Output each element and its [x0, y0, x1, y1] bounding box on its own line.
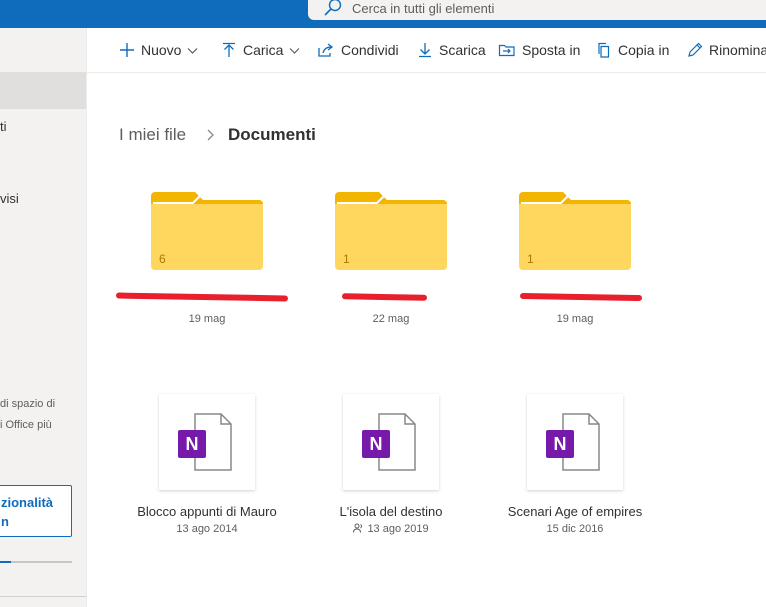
notebook-name: Scenari Age of empires: [507, 504, 643, 519]
storage-progress-bar: [0, 561, 72, 563]
notebook-name: Blocco appunti di Mauro: [137, 504, 277, 519]
upgrade-button-label: zionalità n: [1, 493, 53, 531]
new-button[interactable]: Nuovo: [119, 28, 198, 72]
folder-icon: [151, 192, 263, 270]
new-label: Nuovo: [141, 42, 182, 58]
move-to-button[interactable]: Sposta in: [498, 28, 580, 72]
redaction-mark: [341, 293, 428, 301]
onenote-icon: N: [546, 413, 600, 471]
storage-progress-fill: [0, 561, 11, 563]
share-icon: [318, 43, 334, 57]
sidebar-item-recent[interactable]: ti: [0, 119, 7, 134]
move-to-label: Sposta in: [522, 42, 581, 58]
rename-button[interactable]: Rinomina: [687, 28, 766, 72]
notebook-thumbnail: N: [159, 394, 255, 490]
notebook-date-row: 13 ago 2019: [301, 523, 481, 535]
folder-item-count: 1: [527, 252, 534, 266]
sidebar-item-shared[interactable]: visi: [0, 191, 19, 206]
sidebar-item-selected[interactable]: [0, 72, 86, 109]
notebook-thumbnail: N: [527, 394, 623, 490]
top-app-bar: Cerca in tutti gli elementi: [0, 0, 766, 28]
folder-icon: [335, 192, 447, 270]
folder-date: 19 mag: [188, 313, 226, 325]
download-button[interactable]: Scarica: [417, 28, 486, 72]
notebook-date: 13 ago 2019: [367, 523, 429, 535]
move-to-icon: [498, 44, 515, 57]
onenote-icon: N: [362, 413, 416, 471]
copy-to-label: Copia in: [618, 42, 670, 58]
pencil-icon: [688, 42, 703, 57]
download-icon: [419, 43, 431, 58]
search-placeholder: Cerca in tutti gli elementi: [352, 1, 495, 16]
storage-note-line-1: di spazio di: [0, 398, 56, 410]
svg-text:N: N: [186, 434, 199, 454]
command-bar: Nuovo Carica Condividi Scarica Sposta in…: [87, 28, 766, 73]
search-icon: [324, 0, 342, 16]
sidebar-divider: [0, 596, 86, 597]
upload-button[interactable]: Carica: [221, 28, 300, 72]
svg-text:N: N: [554, 434, 567, 454]
share-button[interactable]: Condividi: [317, 28, 399, 72]
folder-item-count: 6: [159, 252, 166, 266]
plus-icon: [120, 43, 134, 57]
notebook-name: L'isola del destino: [339, 504, 443, 519]
chevron-right-icon: [207, 129, 214, 141]
redaction-mark: [115, 292, 289, 302]
sidebar: ti visi di spazio di i Office più zional…: [0, 28, 87, 607]
redaction-mark: [519, 292, 643, 302]
notebook-date: 13 ago 2014: [176, 523, 238, 535]
onenote-icon: N: [178, 413, 232, 471]
share-label: Condividi: [341, 42, 399, 58]
download-label: Scarica: [439, 42, 486, 58]
breadcrumb-current: Documenti: [228, 125, 316, 144]
notebook-date: 15 dic 2016: [546, 523, 604, 535]
folder-icon: [519, 192, 631, 270]
folder-date: 22 mag: [372, 313, 410, 325]
copy-icon: [598, 42, 610, 58]
upgrade-label-line-1: zionalità: [1, 495, 54, 510]
shared-icon: [353, 523, 363, 533]
upload-icon: [223, 42, 235, 57]
svg-text:N: N: [370, 434, 383, 454]
storage-note-line-2: i Office più: [0, 419, 52, 431]
chevron-down-icon: [290, 47, 300, 54]
folder-date: 19 mag: [556, 313, 594, 325]
search-box[interactable]: Cerca in tutti gli elementi: [308, 0, 766, 20]
rename-label: Rinomina: [709, 42, 766, 58]
chevron-down-icon: [188, 47, 198, 54]
upgrade-label-line-2: n: [1, 514, 9, 529]
notebook-thumbnail: N: [343, 394, 439, 490]
upgrade-button[interactable]: zionalità n: [0, 485, 72, 537]
upload-label: Carica: [243, 42, 284, 58]
folder-item-count: 1: [343, 252, 350, 266]
breadcrumb-root[interactable]: I miei file: [119, 125, 186, 145]
copy-to-button[interactable]: Copia in: [596, 28, 669, 72]
